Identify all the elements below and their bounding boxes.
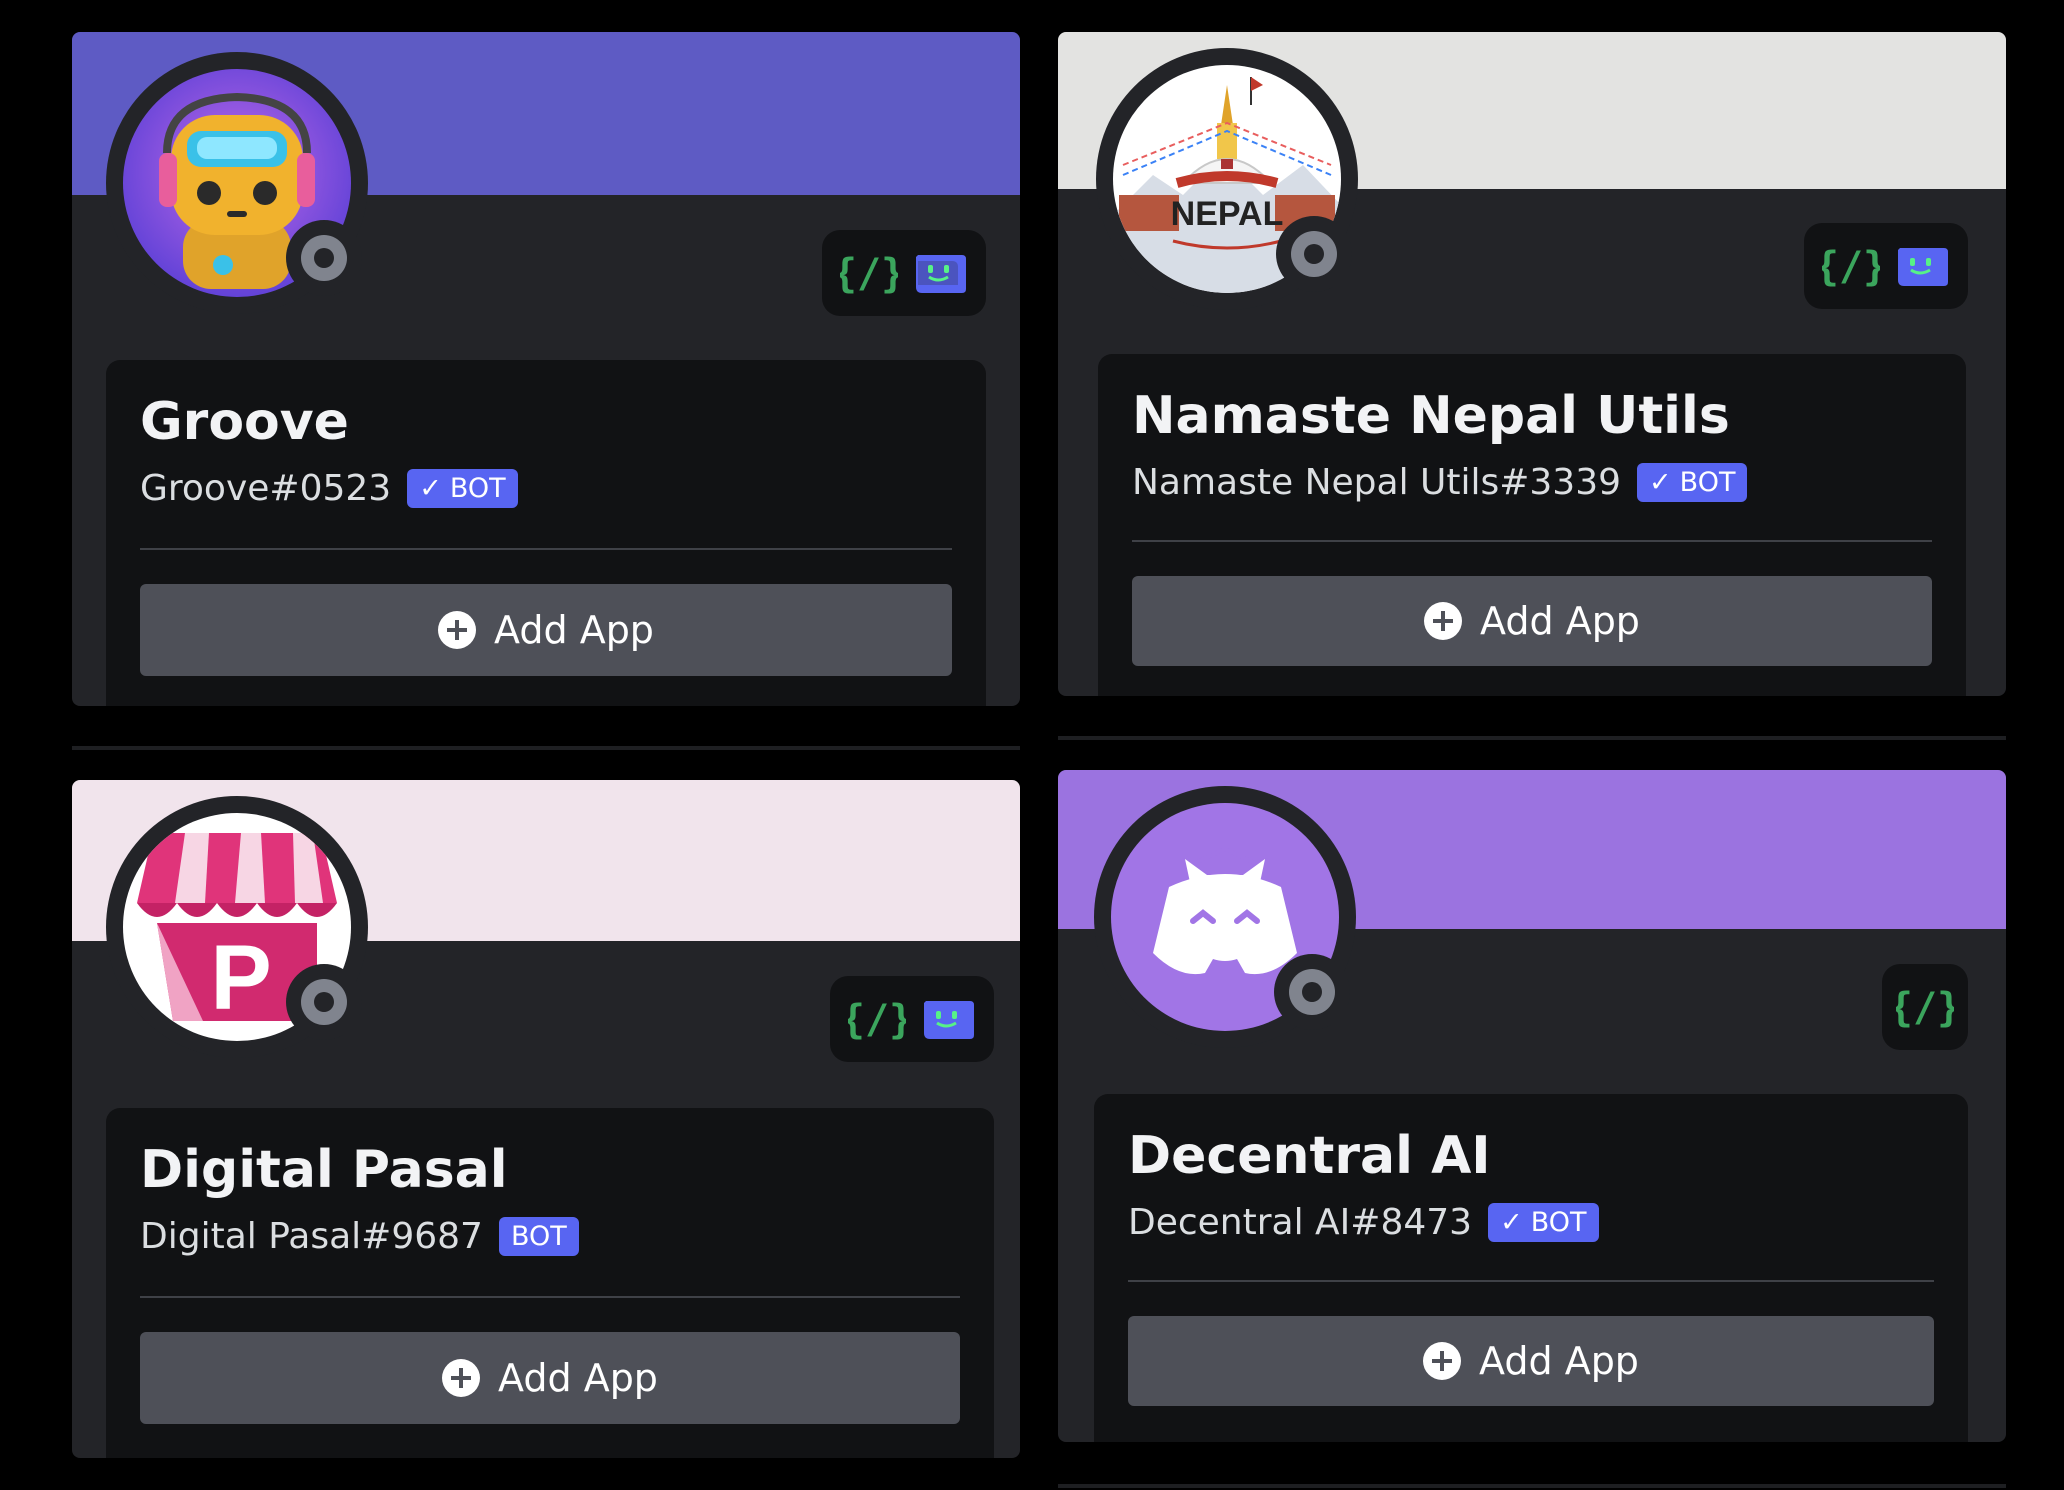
- app-username: Digital Pasal#9687: [140, 1216, 483, 1257]
- divider: [1128, 1280, 1934, 1282]
- app-card-decentral-ai: {/} Decentral AI Decentral AI#8473 ✓ BOT…: [1058, 770, 2006, 1442]
- svg-text:{/}: {/}: [848, 997, 906, 1043]
- add-circle-icon: [1424, 602, 1463, 640]
- add-app-label: Add App: [1479, 1339, 1639, 1383]
- app-badges: {/}: [830, 976, 994, 1062]
- avatar-frame: [106, 52, 368, 314]
- avatar-frame: P: [106, 796, 368, 1058]
- app-username: Namaste Nepal Utils#3339: [1132, 462, 1622, 503]
- bot-app-icon[interactable]: [912, 251, 968, 295]
- status-indicator: [286, 964, 362, 1040]
- app-info-panel: Digital Pasal Digital Pasal#9687 BOT Add…: [106, 1108, 994, 1458]
- svg-text:{/}: {/}: [1822, 244, 1880, 290]
- app-card-namaste-nepal-utils: NEPAL {/} Namaste Nepal Utils Namaste Ne…: [1058, 32, 2006, 696]
- offline-status-icon: [1291, 231, 1337, 277]
- add-circle-icon: [1423, 1342, 1462, 1380]
- divider: [140, 1296, 960, 1298]
- slash-commands-icon[interactable]: {/}: [840, 247, 898, 299]
- app-tag-row: Decentral AI#8473 ✓ BOT: [1128, 1202, 1599, 1243]
- verified-check-icon: ✓: [419, 473, 442, 504]
- bot-badge: ✓ BOT: [1488, 1203, 1599, 1242]
- divider: [1132, 540, 1932, 542]
- add-circle-icon: [442, 1359, 481, 1397]
- app-tag-row: Digital Pasal#9687 BOT: [140, 1216, 579, 1257]
- avatar-frame: [1094, 786, 1356, 1048]
- card-separator: [72, 746, 1020, 750]
- app-badges: {/}: [822, 230, 986, 316]
- offline-status-icon: [1289, 969, 1335, 1015]
- app-info-panel: Decentral AI Decentral AI#8473 ✓ BOT Add…: [1094, 1094, 1968, 1442]
- status-indicator: [1274, 954, 1350, 1030]
- slash-commands-icon[interactable]: {/}: [848, 993, 906, 1045]
- bot-badge: ✓ BOT: [407, 469, 518, 508]
- app-name: Groove: [140, 392, 349, 452]
- add-app-button[interactable]: Add App: [140, 584, 952, 676]
- add-circle-icon: [438, 611, 477, 649]
- bot-app-icon[interactable]: [1894, 244, 1950, 288]
- bot-badge-label: BOT: [1679, 467, 1736, 498]
- offline-status-icon: [301, 979, 347, 1025]
- bot-badge-label: BOT: [1530, 1207, 1587, 1238]
- bot-badge: ✓ BOT: [1637, 463, 1748, 502]
- svg-text:{/}: {/}: [840, 251, 898, 297]
- slash-commands-icon[interactable]: {/}: [1896, 981, 1954, 1033]
- bot-badge: BOT: [498, 1217, 579, 1256]
- app-badges: {/}: [1882, 964, 1968, 1050]
- bot-badge-label: BOT: [510, 1221, 567, 1252]
- card-separator: [1058, 736, 2006, 740]
- svg-text:P: P: [210, 927, 271, 1029]
- app-info-panel: Groove Groove#0523 ✓ BOT Add App: [106, 360, 986, 706]
- add-app-button[interactable]: Add App: [1132, 576, 1932, 666]
- add-app-label: Add App: [494, 608, 654, 652]
- add-app-label: Add App: [498, 1356, 658, 1400]
- verified-check-icon: ✓: [1649, 467, 1672, 498]
- app-username: Decentral AI#8473: [1128, 1202, 1473, 1243]
- svg-text:{/}: {/}: [1896, 985, 1954, 1031]
- app-card-digital-pasal: P {/} Digital Pasal Digital Pasal#9687 B…: [72, 780, 1020, 1458]
- divider: [140, 548, 952, 550]
- app-badges: {/}: [1804, 223, 1968, 309]
- add-app-button[interactable]: Add App: [140, 1332, 960, 1424]
- svg-text:NEPAL: NEPAL: [1171, 195, 1284, 233]
- status-indicator: [286, 220, 362, 296]
- add-app-button[interactable]: Add App: [1128, 1316, 1934, 1406]
- offline-status-icon: [301, 235, 347, 281]
- slash-commands-icon[interactable]: {/}: [1822, 240, 1880, 292]
- add-app-label: Add App: [1480, 599, 1640, 643]
- app-tag-row: Namaste Nepal Utils#3339 ✓ BOT: [1132, 462, 1748, 503]
- avatar-frame: NEPAL: [1096, 48, 1358, 310]
- card-separator: [1058, 1484, 2006, 1488]
- bot-badge-label: BOT: [449, 473, 506, 504]
- app-tag-row: Groove#0523 ✓ BOT: [140, 468, 518, 509]
- app-info-panel: Namaste Nepal Utils Namaste Nepal Utils#…: [1098, 354, 1966, 696]
- app-username: Groove#0523: [140, 468, 392, 509]
- app-name: Namaste Nepal Utils: [1132, 386, 1730, 446]
- app-name: Decentral AI: [1128, 1126, 1491, 1186]
- bot-app-icon[interactable]: [920, 997, 976, 1041]
- app-card-groove: {/} Groove Groove#0523 ✓ BOT Add App: [72, 32, 1020, 706]
- verified-check-icon: ✓: [1500, 1207, 1523, 1238]
- status-indicator: [1276, 216, 1352, 292]
- app-name: Digital Pasal: [140, 1140, 508, 1200]
